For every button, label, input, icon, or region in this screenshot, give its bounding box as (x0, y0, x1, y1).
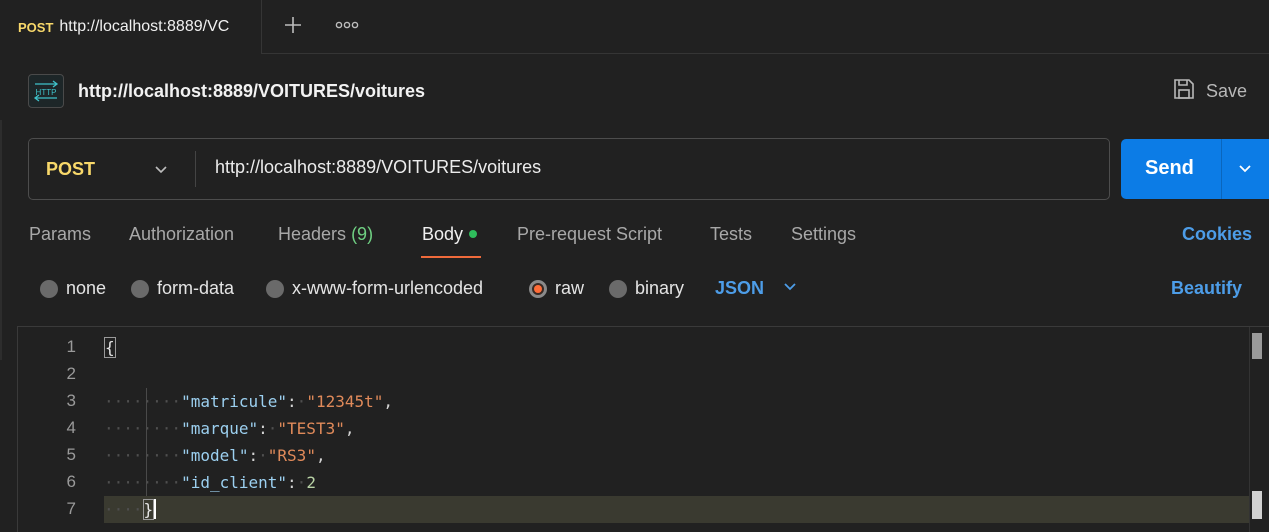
request-tabs: Params Authorization Headers (9) Body Pr… (0, 220, 1269, 260)
plus-icon[interactable] (274, 8, 312, 42)
format-label: JSON (715, 278, 765, 298)
radio-form-data[interactable]: form-data (131, 278, 234, 299)
tab-headers[interactable]: Headers (9) (278, 224, 373, 245)
radio-raw[interactable]: raw (529, 278, 584, 299)
chevron-down-icon (153, 161, 169, 182)
http-icon: HTTP (28, 74, 64, 108)
request-header: HTTP http://localhost:8889/VOITURES/voit… (28, 74, 425, 108)
line-number: 3 (66, 391, 76, 410)
tab-body-label: Body (422, 224, 464, 244)
json-key: "marque" (181, 419, 259, 438)
save-icon (1172, 77, 1196, 106)
code-line: { (104, 334, 116, 361)
tab-params[interactable]: Params (29, 224, 91, 245)
code-line: ········"model":·"RS3", (104, 446, 326, 465)
text-cursor (154, 499, 157, 519)
json-value: "12345t" (306, 392, 384, 411)
line-number: 6 (66, 472, 76, 491)
cookies-link[interactable]: Cookies (1182, 224, 1252, 245)
send-divider (1221, 139, 1222, 199)
open-brace: { (104, 337, 116, 358)
url-bar: POST http://localhost:8889/VOITURES/voit… (28, 138, 1110, 200)
json-value: "RS3" (267, 446, 316, 465)
chevron-down-icon (782, 278, 798, 299)
tab-bar: POST http://localhost:8889/VC (0, 0, 1269, 54)
send-button[interactable]: Send (1121, 139, 1269, 199)
tab-headers-label: Headers (278, 224, 347, 244)
scrollbar-thumb[interactable] (1252, 333, 1262, 359)
scroll-track (1249, 327, 1250, 532)
tab-method-label: POST (18, 19, 54, 35)
radio-urlencoded-label: x-www-form-urlencoded (292, 278, 484, 298)
radio-urlencoded[interactable]: x-www-form-urlencoded (266, 278, 483, 299)
radio-none[interactable]: none (40, 278, 106, 299)
radio-form-data-label: form-data (157, 278, 235, 298)
save-label: Save (1206, 80, 1248, 101)
json-value: 2 (306, 473, 316, 492)
save-button[interactable]: Save (1172, 78, 1247, 104)
tab-prerequest-script[interactable]: Pre-request Script (517, 224, 662, 245)
radio-binary[interactable]: binary (609, 278, 684, 299)
tab-settings[interactable]: Settings (791, 224, 856, 245)
tab-tests[interactable]: Tests (710, 224, 752, 245)
json-value: "TEST3" (277, 419, 345, 438)
beautify-link[interactable]: Beautify (1171, 278, 1242, 299)
radio-circle (40, 279, 58, 298)
body-type-selector: none form-data x-www-form-urlencoded raw… (0, 274, 1269, 304)
close-brace: } (142, 499, 155, 520)
json-key: "model" (181, 446, 249, 465)
url-divider (195, 151, 196, 187)
request-tab[interactable]: POST http://localhost:8889/VC (0, 0, 262, 54)
line-number-gutter: 1 2 3 4 5 6 7 (18, 327, 98, 532)
send-options-chevron-icon[interactable] (1237, 160, 1253, 181)
line-number: 5 (66, 445, 76, 464)
line-number: 2 (66, 364, 76, 383)
line-number: 4 (66, 418, 76, 437)
line-number: 7 (66, 499, 76, 518)
line-number: 1 (66, 337, 76, 356)
radio-binary-label: binary (635, 278, 685, 298)
method-dropdown[interactable]: POST (29, 139, 195, 199)
url-input[interactable]: http://localhost:8889/VOITURES/voitures (215, 157, 541, 178)
radio-raw-label: raw (555, 278, 585, 298)
code-line: ········"id_client":·2 (104, 473, 316, 492)
tab-body[interactable]: Body (422, 224, 478, 245)
tab-authorization[interactable]: Authorization (129, 224, 234, 245)
active-tab-underline (421, 256, 481, 258)
headers-count: (9) (351, 224, 374, 244)
tab-url-label: http://localhost:8889/VC (59, 18, 230, 35)
format-dropdown[interactable]: JSON (715, 278, 798, 299)
code-line-current: ····} (104, 496, 1249, 523)
radio-circle (266, 279, 284, 298)
radio-none-label: none (66, 278, 107, 298)
ellipsis-icon[interactable] (328, 8, 366, 42)
request-name[interactable]: http://localhost:8889/VOITURES/voitures (78, 81, 425, 102)
radio-circle (131, 279, 149, 298)
code-line: ········"marque":·"TEST3", (104, 419, 355, 438)
body-indicator-dot (469, 230, 478, 238)
method-label: POST (46, 158, 96, 179)
scroll-position-marker (1252, 491, 1262, 519)
json-key: "matricule" (181, 392, 288, 411)
radio-circle-selected (529, 279, 547, 298)
code-line: ········"matricule":·"12345t", (104, 392, 394, 411)
code-editor[interactable]: 1 2 3 4 5 6 7 { ········"matricule":·"12… (17, 326, 1269, 532)
radio-circle (609, 279, 627, 298)
send-label: Send (1145, 157, 1194, 179)
json-key: "id_client" (181, 473, 288, 492)
